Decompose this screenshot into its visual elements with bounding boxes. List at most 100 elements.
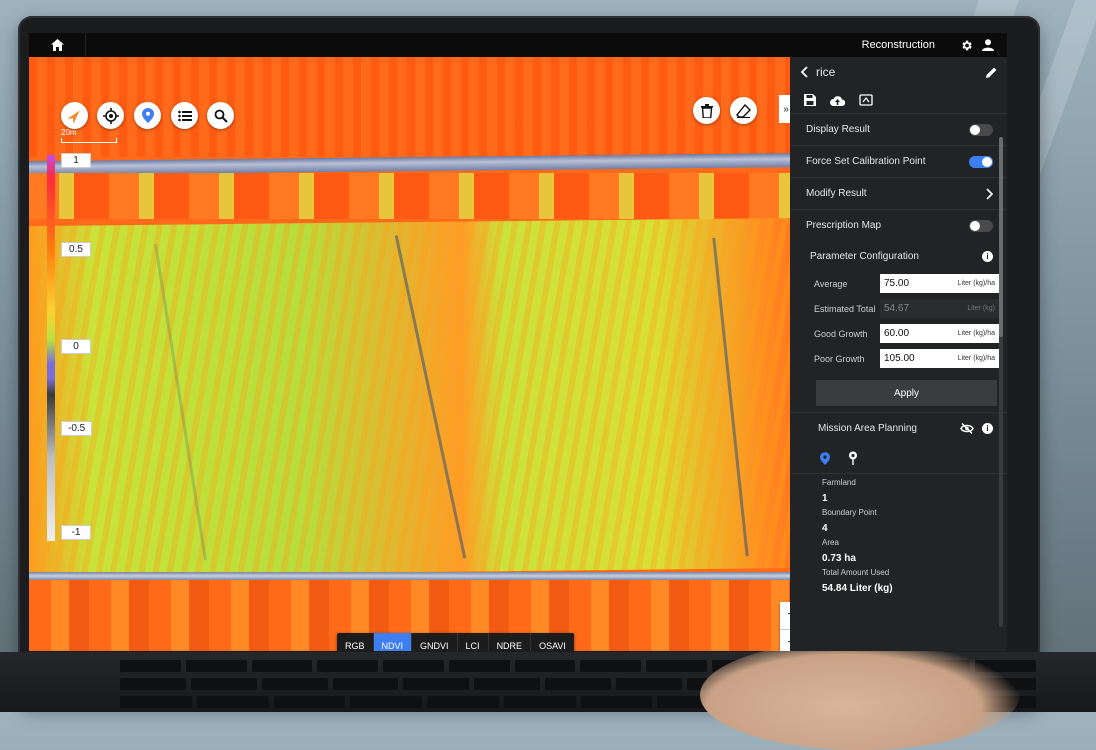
poor-growth-value: 105.00: [884, 353, 915, 364]
good-growth-unit: Liter (kg)/ha: [957, 330, 995, 337]
force-calibration-row[interactable]: Force Set Calibration Point: [790, 146, 1007, 178]
ndvi-legend-bar: [47, 155, 55, 541]
display-result-row[interactable]: Display Result: [790, 114, 1007, 146]
calibration-point-icon[interactable]: [848, 451, 858, 465]
band-tab-gndvi[interactable]: GNDVI: [412, 633, 458, 651]
average-value: 75.00: [884, 278, 910, 289]
legend-label-zero: 0: [61, 339, 91, 354]
user-icon: [982, 39, 994, 51]
home-button[interactable]: [29, 33, 86, 57]
average-label: Average: [814, 278, 848, 289]
good-growth-row: Good Growth 60.00 Liter (kg)/ha: [790, 321, 1007, 346]
stat-farmland-value: 1: [822, 493, 828, 504]
prescription-map-row[interactable]: Prescription Map: [790, 210, 1007, 241]
mission-area-title: Mission Area Planning: [818, 422, 917, 434]
boundary-pin-icon[interactable]: [820, 451, 830, 465]
stat-boundary-point: Boundary Point 4: [790, 504, 1007, 534]
compass-icon: [66, 110, 79, 124]
force-calibration-label: Force Set Calibration Point: [806, 156, 926, 167]
stat-total-amount: Total Amount Used 54.84 Liter (kg): [790, 564, 1007, 594]
mission-info-icon[interactable]: i: [982, 422, 993, 434]
account-button[interactable]: [977, 33, 999, 57]
page-title: Reconstruction: [861, 39, 935, 51]
band-tab-ndre[interactable]: NDRE: [489, 633, 532, 651]
apply-button[interactable]: Apply: [816, 380, 997, 406]
search-icon: [214, 109, 228, 123]
poor-growth-label: Poor Growth: [814, 353, 865, 364]
estimated-total-label: Estimated Total: [814, 303, 876, 314]
mission-area-header: Mission Area Planning i: [790, 412, 1007, 443]
poor-growth-row: Poor Growth 105.00 Liter (kg)/ha: [790, 346, 1007, 371]
stat-farmland-key: Farmland: [822, 478, 856, 487]
band-tab-osavi[interactable]: OSAVI: [531, 633, 574, 651]
list-icon: [177, 110, 192, 121]
legend-label-min: -1: [61, 525, 91, 540]
edit-icon[interactable]: [986, 67, 997, 78]
upload-icon[interactable]: [830, 95, 845, 106]
locate-button[interactable]: [97, 102, 124, 129]
map-bottom-road: [29, 572, 816, 580]
save-icon[interactable]: [804, 94, 816, 106]
info-icon[interactable]: i: [982, 250, 993, 262]
legend-label-half: 0.5: [61, 242, 91, 257]
stat-total-amount-key: Total Amount Used: [822, 568, 890, 577]
estimated-total-value: 54.67: [884, 303, 910, 314]
stat-total-amount-value: 54.84 Liter (kg): [822, 583, 893, 594]
average-input[interactable]: 75.00 Liter (kg)/ha: [880, 274, 999, 293]
map-main-field: [29, 217, 816, 577]
search-button[interactable]: [207, 102, 234, 129]
band-tab-rgb[interactable]: RGB: [337, 633, 374, 651]
eraser-icon: [736, 103, 751, 118]
field-name: rice: [816, 65, 836, 79]
chevron-right-icon: [986, 187, 993, 200]
pin-button[interactable]: [134, 102, 161, 129]
list-button[interactable]: [171, 102, 198, 129]
back-arrow-icon[interactable]: [800, 66, 808, 78]
ndvi-map[interactable]: » 20m 1 0.5 0 -0.5 -1 RGB NDVI GNDVI LCI…: [29, 57, 816, 651]
map-scale: 20m: [61, 128, 117, 143]
stat-area-value: 0.73 ha: [822, 553, 856, 564]
good-growth-value: 60.00: [884, 328, 910, 339]
good-growth-input[interactable]: 60.00 Liter (kg)/ha: [880, 324, 999, 343]
poor-growth-unit: Liter (kg)/ha: [957, 355, 995, 362]
modify-result-label: Modify Result: [806, 188, 867, 199]
average-row: Average 75.00 Liter (kg)/ha: [790, 271, 1007, 296]
panel-header: rice: [790, 57, 1007, 87]
home-icon: [50, 39, 64, 51]
parameter-config-title: Parameter Configuration: [810, 250, 919, 262]
compass-button[interactable]: [61, 102, 88, 129]
eye-off-icon[interactable]: [960, 422, 974, 434]
poor-growth-input[interactable]: 105.00 Liter (kg)/ha: [880, 349, 999, 368]
modify-result-row[interactable]: Modify Result: [790, 178, 1007, 210]
top-bar: Reconstruction: [29, 33, 1007, 57]
average-unit: Liter (kg)/ha: [957, 280, 995, 287]
stat-boundary-point-value: 4: [822, 523, 828, 534]
mission-tools: [790, 443, 1007, 474]
legend-label-neg-half: -0.5: [61, 421, 93, 436]
force-calibration-toggle[interactable]: [969, 155, 993, 168]
estimated-total-unit: Liter (kg): [967, 305, 995, 312]
prescription-map-toggle[interactable]: [969, 219, 993, 232]
panel-toolbar: [790, 87, 1007, 114]
display-result-toggle[interactable]: [969, 123, 993, 136]
delete-button[interactable]: [693, 97, 720, 124]
locate-icon: [102, 107, 119, 124]
laptop-screen: Reconstruction » 20m 1 0.5 0 -0.5 -1 RGB…: [29, 33, 1007, 651]
result-panel: rice Display Result Force Set Calibratio…: [790, 57, 1007, 651]
settings-button[interactable]: [955, 33, 977, 57]
parameter-config-header: Parameter Configuration i: [790, 241, 1007, 271]
panel-scrollbar-thumb[interactable]: [999, 137, 1003, 337]
good-growth-label: Good Growth: [814, 328, 868, 339]
stat-area-key: Area: [822, 538, 839, 547]
export-icon[interactable]: [859, 94, 873, 106]
map-strip: [29, 173, 816, 219]
stat-farmland: Farmland 1: [790, 474, 1007, 504]
pin-icon: [141, 108, 154, 123]
erase-button[interactable]: [730, 97, 757, 124]
panel-scrollbar[interactable]: [999, 137, 1003, 627]
display-result-label: Display Result: [806, 124, 870, 135]
prescription-map-label: Prescription Map: [806, 220, 882, 231]
band-tab-ndvi[interactable]: NDVI: [373, 633, 413, 651]
scale-label: 20m: [61, 128, 77, 137]
band-tab-lci[interactable]: LCI: [458, 633, 489, 651]
